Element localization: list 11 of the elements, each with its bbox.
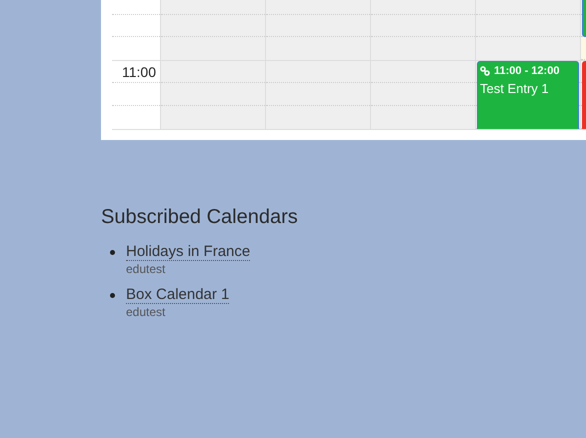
event-title: Test Entry 1 — [480, 81, 550, 96]
calendar-owner: edutest — [126, 262, 166, 276]
bullet-icon — [110, 293, 115, 298]
calendar-owner: edutest — [126, 305, 166, 319]
bullet-icon — [110, 250, 115, 255]
event-time: 11:00 - 12:00 — [494, 65, 560, 77]
time-label: 11:00 — [121, 63, 157, 80]
calendar-link[interactable]: Holidays in France — [126, 243, 250, 261]
calendar-link[interactable]: Box Calendar 1 — [126, 286, 230, 304]
link-icon — [480, 66, 490, 76]
section-heading: Subscribed Calendars — [101, 206, 298, 229]
